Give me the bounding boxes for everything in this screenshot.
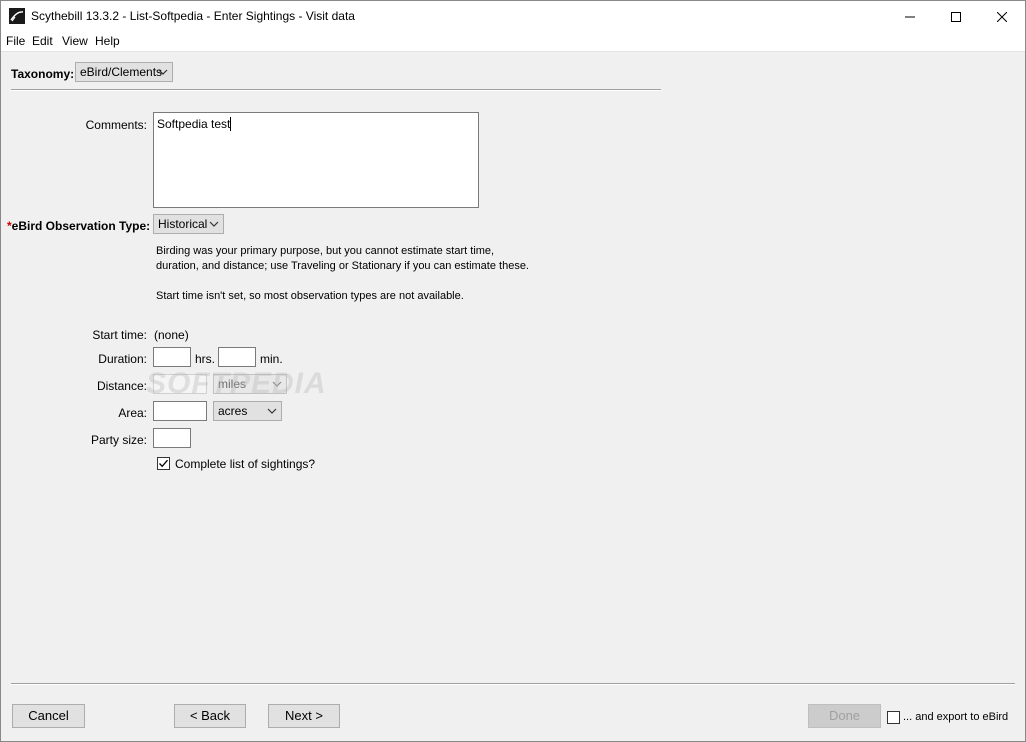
chevron-down-icon — [209, 221, 219, 227]
footer-divider — [11, 683, 1015, 685]
maximize-icon — [951, 11, 961, 22]
next-button[interactable]: Next > — [268, 704, 340, 728]
area-unit-value: acres — [218, 404, 248, 418]
observation-description-line2: duration, and distance; use Traveling or… — [156, 260, 529, 272]
observation-note: Start time isn't set, so most observatio… — [156, 290, 464, 302]
start-time-value: (none) — [154, 328, 189, 342]
close-icon — [997, 11, 1007, 22]
duration-minutes-input[interactable] — [218, 347, 256, 367]
observation-type-dropdown[interactable]: Historical — [153, 214, 224, 234]
area-unit-dropdown[interactable]: acres — [213, 401, 282, 421]
title-bar[interactable]: Scythebill 13.3.2 - List-Softpedia - Ent… — [1, 1, 1025, 32]
menu-bar: File Edit View Help — [1, 32, 1025, 52]
chevron-down-icon — [272, 381, 282, 387]
main-window: Scythebill 13.3.2 - List-Softpedia - Ent… — [0, 0, 1026, 742]
complete-list-label: Complete list of sightings? — [175, 457, 316, 471]
observation-type-label: *eBird Observation Type: — [7, 219, 151, 233]
taxonomy-dropdown[interactable]: eBird/Clements — [75, 62, 173, 82]
complete-list-checkbox[interactable] — [157, 457, 170, 470]
comments-textarea[interactable]: Softpedia test — [153, 112, 479, 208]
checkmark-icon — [159, 459, 168, 468]
distance-unit-value: miles — [218, 377, 247, 391]
export-ebird-label: ... and export to eBird — [903, 711, 1009, 723]
taxonomy-divider — [11, 89, 661, 91]
observation-type-label-text: eBird Observation Type: — [11, 219, 151, 233]
back-button[interactable]: < Back — [174, 704, 246, 728]
duration-hours-unit: hrs. — [195, 352, 216, 366]
taxonomy-label: Taxonomy: — [11, 67, 75, 81]
comments-label: Comments: — [85, 118, 147, 132]
window-title: Scythebill 13.3.2 - List-Softpedia - Ent… — [31, 9, 355, 23]
party-size-label: Party size: — [90, 433, 147, 447]
party-size-input[interactable] — [153, 428, 191, 448]
area-input[interactable] — [153, 401, 207, 421]
duration-minutes-unit: min. — [260, 352, 283, 366]
minimize-icon — [905, 16, 915, 17]
done-button[interactable]: Done — [808, 704, 881, 728]
menu-edit[interactable]: Edit — [32, 34, 53, 48]
distance-unit-dropdown[interactable]: miles — [213, 374, 287, 394]
chevron-down-icon — [267, 408, 277, 414]
distance-input[interactable] — [153, 374, 207, 394]
duration-label: Duration: — [98, 352, 147, 366]
chevron-down-icon — [158, 69, 168, 75]
maximize-button[interactable] — [933, 1, 979, 32]
taxonomy-value: eBird/Clements — [80, 65, 163, 79]
comments-value: Softpedia test — [157, 117, 231, 131]
scythe-app-icon — [9, 8, 25, 24]
duration-hours-input[interactable] — [153, 347, 191, 367]
text-caret — [230, 117, 232, 131]
menu-help[interactable]: Help — [95, 34, 120, 48]
close-button[interactable] — [979, 1, 1025, 32]
distance-label: Distance: — [96, 379, 147, 393]
observation-description-line1: Birding was your primary purpose, but yo… — [156, 245, 495, 257]
menu-file[interactable]: File — [6, 34, 25, 48]
observation-type-value: Historical — [158, 217, 208, 231]
start-time-label: Start time: — [92, 328, 147, 342]
area-label: Area: — [118, 406, 147, 420]
cancel-button[interactable]: Cancel — [12, 704, 85, 728]
export-ebird-checkbox[interactable] — [887, 711, 900, 724]
minimize-button[interactable] — [887, 1, 933, 32]
menu-view[interactable]: View — [62, 34, 88, 48]
